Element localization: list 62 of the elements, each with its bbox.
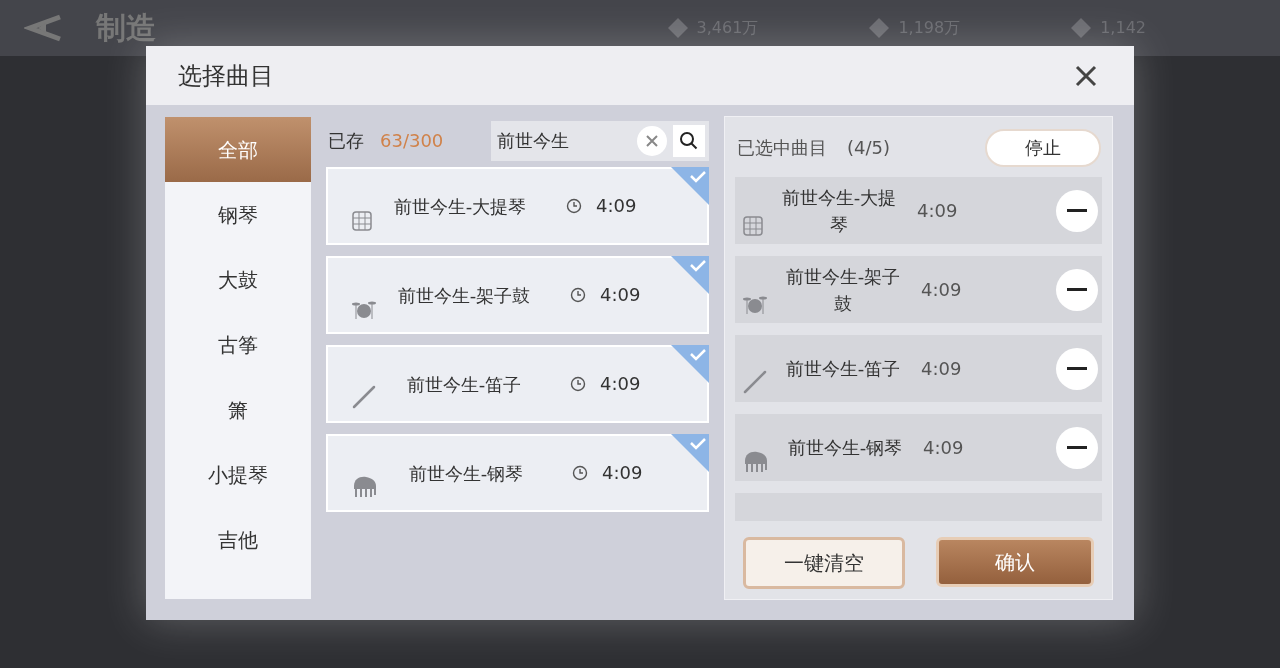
song-card[interactable]: 前世今生-架子鼓 4:09: [326, 256, 709, 334]
song-title: 前世今生-笛子: [405, 372, 523, 397]
minus-icon: [1067, 287, 1087, 292]
selected-count: (4/5): [847, 136, 890, 160]
dialog-title: 选择曲目: [178, 60, 274, 92]
stored-label: 已存: [328, 129, 364, 153]
clock-icon: [566, 198, 582, 214]
minus-icon: [1067, 366, 1087, 371]
song-card[interactable]: 前世今生-钢琴 4:09: [326, 434, 709, 512]
search-field[interactable]: 前世今生: [491, 121, 709, 161]
grid-icon: [352, 211, 372, 231]
remove-button[interactable]: [1056, 189, 1098, 232]
currency-icon: [1070, 17, 1093, 39]
stop-button[interactable]: 停止: [985, 129, 1101, 167]
song-duration: 4:09: [600, 283, 641, 307]
stored-count: 63/300: [380, 129, 444, 153]
clear-button[interactable]: [637, 126, 667, 156]
category-tab[interactable]: 大鼓: [165, 247, 311, 312]
category-tab[interactable]: 全部: [165, 117, 311, 182]
remove-button[interactable]: [1056, 426, 1098, 469]
clear-icon: [646, 135, 658, 147]
remove-button[interactable]: [1056, 268, 1098, 311]
confirm-button[interactable]: 确认: [936, 537, 1094, 587]
song-card[interactable]: 前世今生-大提琴 4:09: [326, 167, 709, 245]
song-title: 前世今生-大提琴: [780, 185, 898, 237]
clock-icon: [570, 287, 586, 303]
grid-icon: [743, 216, 763, 236]
flute-icon: [352, 385, 376, 409]
category-tab[interactable]: 古筝: [165, 312, 311, 377]
clock-icon: [570, 376, 586, 392]
currency-icon: [666, 17, 689, 39]
close-icon: [1074, 63, 1098, 88]
song-title: 前世今生-钢琴: [407, 461, 525, 486]
flute-icon: [743, 370, 767, 394]
search-icon: [679, 131, 699, 151]
clock-icon: [572, 465, 588, 481]
song-duration: 4:09: [917, 198, 958, 223]
piano-icon: [352, 474, 378, 498]
piano-icon: [743, 449, 769, 473]
song-title: 前世今生-架子鼓: [396, 283, 532, 308]
currency-icon: [868, 17, 891, 39]
panel-title: 已选中曲目: [737, 136, 827, 160]
category-tab[interactable]: 小提琴: [165, 442, 311, 507]
song-duration: 4:09: [921, 277, 962, 302]
song-title: 前世今生-架子鼓: [784, 264, 902, 316]
song-duration: 4:09: [921, 356, 962, 381]
search-button[interactable]: [673, 125, 705, 157]
remove-button[interactable]: [1056, 347, 1098, 390]
song-title: 前世今生-笛子: [784, 357, 902, 381]
song-duration: 4:09: [600, 372, 641, 396]
song-duration: 4:09: [923, 435, 964, 460]
category-tab[interactable]: 吉他: [165, 507, 311, 572]
minus-icon: [1067, 208, 1087, 213]
category-tab[interactable]: 箫: [165, 377, 311, 442]
song-duration: 4:09: [602, 461, 643, 485]
song-title: 前世今生-钢琴: [786, 436, 904, 460]
minus-icon: [1067, 445, 1087, 450]
category-tab[interactable]: 钢琴: [165, 182, 311, 247]
clear-all-button[interactable]: 一键清空: [743, 537, 905, 589]
song-card[interactable]: 前世今生-笛子 4:09: [326, 345, 709, 423]
song-duration: 4:09: [596, 194, 637, 218]
song-title: 前世今生-大提琴: [392, 194, 528, 219]
